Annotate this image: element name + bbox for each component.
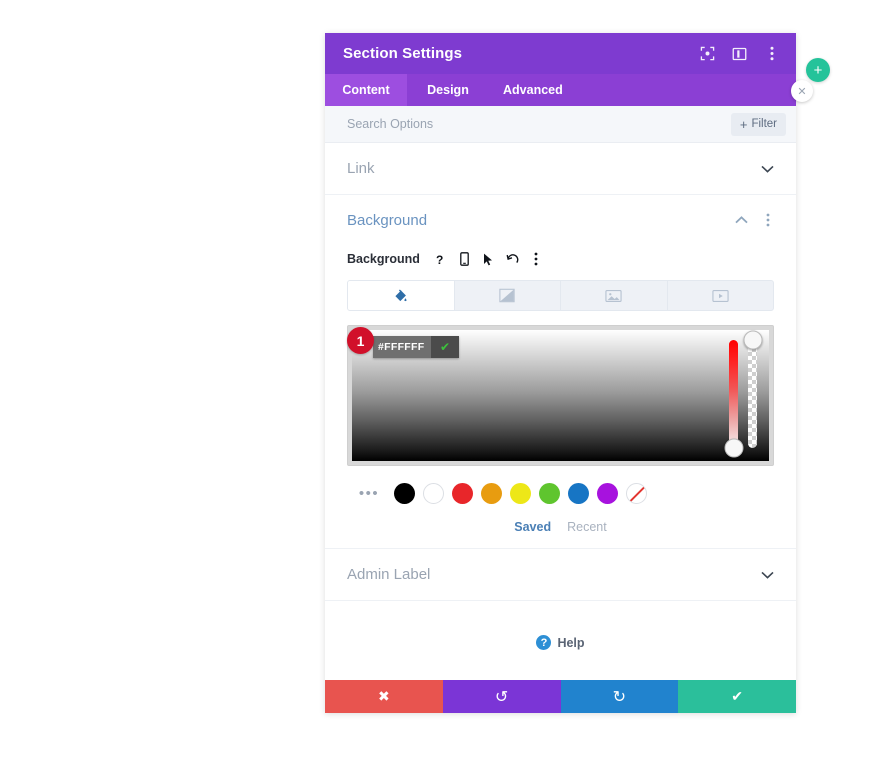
alpha-slider[interactable] [743,330,762,448]
color-sliders [724,330,762,458]
background-color-tab[interactable] [348,281,455,310]
color-picker-frame: ✔ [347,325,774,466]
swatch-red[interactable] [452,483,473,504]
undo-button[interactable]: ↺ [442,680,561,713]
help-icon: ? [536,635,552,650]
hue-slider-handle[interactable] [724,438,743,458]
mobile-icon[interactable] [458,252,471,267]
cancel-button[interactable]: ✖ [325,680,443,713]
search-input[interactable] [347,117,731,131]
modal-action-bar: ✖ ↺ ↻ ✔ [325,680,796,713]
background-field-label: Background [347,252,420,266]
saturation-value-area[interactable]: ✔ [352,330,769,461]
save-button[interactable]: ✔ [678,680,796,713]
redo-button[interactable]: ↻ [560,680,679,713]
layout-columns-icon[interactable] [731,45,748,62]
background-field-label-row: Background ? [325,247,796,271]
filter-button[interactable]: + Filter [730,112,786,136]
swatch-blue[interactable] [568,483,589,504]
accordion-admin-label[interactable]: Admin Label [325,549,796,601]
accordion-background-label: Background [347,211,428,229]
swatch-orange[interactable] [481,483,502,504]
filter-button-label: Filter [751,118,777,130]
hue-slider[interactable] [724,340,743,458]
help-label: Help [557,635,585,650]
cursor-icon[interactable] [482,252,495,267]
fullscreen-icon[interactable] [699,45,716,62]
chevron-down-icon [760,162,774,176]
hex-input-group: ✔ [373,336,459,358]
help-link[interactable]: ? Help [325,635,796,650]
tab-design[interactable]: Design [407,74,489,106]
more-vertical-icon[interactable] [761,213,774,227]
add-section-button[interactable]: + [806,58,830,82]
swatch-purple[interactable] [597,483,618,504]
search-options-bar: + Filter [325,106,796,143]
background-image-tab[interactable] [561,281,668,310]
background-gradient-tab[interactable] [455,281,561,310]
accordion-link-label: Link [347,160,375,177]
accordion-admin-label-label: Admin Label [347,566,431,583]
svg-text:?: ? [436,253,443,266]
background-type-tabs [347,280,774,311]
background-video-tab[interactable] [668,281,774,310]
confirm-color-button[interactable]: ✔ [431,336,459,358]
section-settings-modal: Section Settings Content Design Advanced… [325,33,796,713]
swatch-black[interactable] [394,483,415,504]
palette-tab-recent[interactable]: Recent [567,520,607,534]
page-title: Section Settings [343,45,463,62]
plus-icon: + [739,116,748,132]
accordion-link[interactable]: Link [325,143,796,195]
modal-header: Section Settings [325,33,796,74]
modal-tab-bar: Content Design Advanced [325,74,796,106]
swatch-yellow[interactable] [510,483,531,504]
step-badge: 1 [347,327,374,354]
accordion-background: Background Background ? 1 #FFFFFF ✔ ••• … [325,195,796,549]
chevron-down-icon [760,568,774,582]
header-icon-group [699,45,780,62]
screen-root: Section Settings Content Design Advanced… [0,0,880,776]
swatch-white[interactable] [423,483,444,504]
settings-scroll-body[interactable]: Link Background Background ? 1 #FFFFFF ✔… [325,143,796,680]
chevron-up-icon[interactable] [735,213,748,227]
swatch-none[interactable] [626,483,647,504]
hex-color-input[interactable] [373,336,431,358]
swatch-green[interactable] [539,483,560,504]
alpha-slider-handle[interactable] [743,330,762,350]
close-icon[interactable]: ✕ [791,80,813,102]
tab-advanced[interactable]: Advanced [489,74,577,106]
help-icon[interactable]: ? [434,252,447,267]
more-swatches-icon[interactable]: ••• [358,484,380,504]
accordion-background-controls [735,213,774,227]
palette-tab-saved[interactable]: Saved [514,520,551,534]
color-swatch-row: ••• [358,483,774,504]
tab-content[interactable]: Content [325,74,407,106]
more-vertical-icon[interactable] [530,252,543,267]
color-picker: 1 ✔ [347,325,774,466]
reset-icon[interactable] [506,252,519,267]
accordion-background-header[interactable]: Background [325,195,796,245]
more-vertical-icon[interactable] [763,45,780,62]
palette-tab-group: Saved Recent [325,520,796,534]
